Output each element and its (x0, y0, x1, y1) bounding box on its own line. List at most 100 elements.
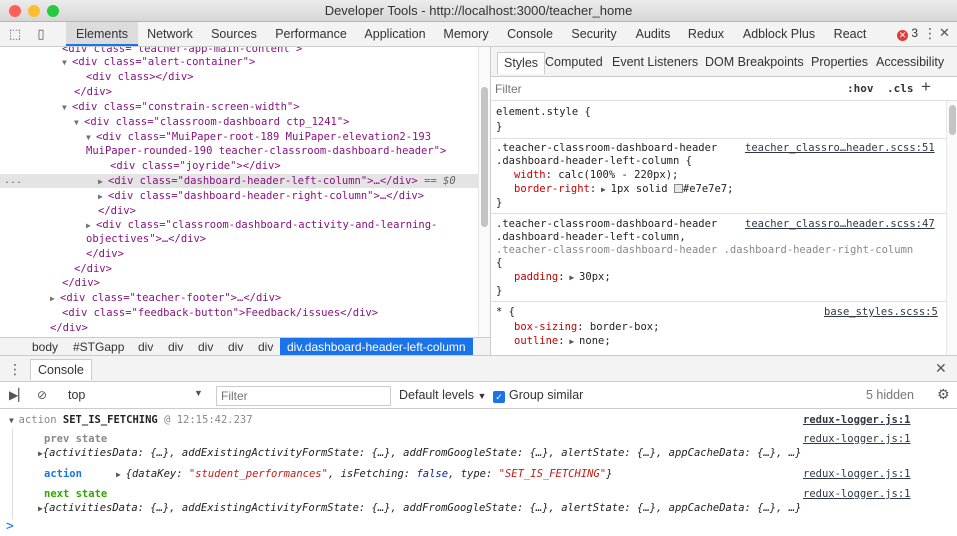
dom-line-right-column[interactable]: ▶ <div class="dashboard-header-right-colu… (98, 189, 424, 203)
log-levels-select[interactable]: Default levels ▼ (399, 388, 486, 402)
tab-redux[interactable]: Redux (682, 22, 730, 46)
breadcrumb-body[interactable]: body (32, 338, 58, 356)
dom-line-activity[interactable]: ▶ <div class="classroom-dashboard-activit… (86, 218, 437, 232)
device-toolbar-icon[interactable]: ▯ (33, 26, 49, 42)
styles-filter-input[interactable] (495, 81, 825, 97)
expand-triangle-icon[interactable]: ▶ (86, 219, 96, 233)
dom-line-activity-cont[interactable]: objectives">…</div> (86, 232, 206, 246)
styles-scrollbar[interactable] (946, 101, 957, 355)
rule1-width-decl[interactable]: width: calc(100% - 220px); (514, 168, 678, 182)
close-devtools-icon[interactable]: ✕ (939, 25, 951, 41)
tab-console[interactable]: Console (501, 22, 559, 46)
more-options-icon[interactable]: ⋮ (923, 25, 937, 42)
tab-properties[interactable]: Properties (811, 52, 868, 74)
collapse-triangle-icon[interactable]: ▼ (9, 416, 19, 425)
log-source-link[interactable]: redux-logger.js:1 (803, 432, 910, 446)
rule1-selector-cont[interactable]: .dashboard-header-left-column { (496, 154, 692, 168)
close-drawer-icon[interactable]: ✕ (935, 360, 947, 377)
show-sidebar-icon[interactable]: ▶▏ (9, 388, 27, 402)
console-settings-icon[interactable]: ⚙ (937, 386, 950, 403)
tab-event-listeners[interactable]: Event Listeners (612, 52, 698, 74)
expand-triangle-icon[interactable]: ▶ (116, 470, 126, 479)
dom-line-constrain-screen[interactable]: ▼ <div class="constrain-screen-width"> (62, 100, 300, 114)
dom-line-mui-paper-cont[interactable]: MuiPaper-rounded-190 teacher-classroom-d… (86, 144, 446, 158)
tab-application[interactable]: Application (358, 22, 432, 46)
prev-state-object[interactable]: ▶{activitiesData: {…}, addExistingActivi… (38, 446, 801, 461)
dom-line-close-main[interactable]: </div> (62, 276, 100, 290)
log-source-link[interactable]: redux-logger.js:1 (803, 487, 910, 501)
rule2-padding-decl[interactable]: padding: ▶ 30px; (514, 270, 611, 285)
tab-security[interactable]: Security (565, 22, 623, 46)
elements-scrollbar[interactable] (478, 47, 490, 337)
rule3-source-link[interactable]: base_styles.scss:5 (824, 305, 938, 319)
breadcrumb-div[interactable]: div (228, 338, 243, 356)
expand-triangle-icon[interactable]: ▶ (50, 292, 60, 306)
context-select[interactable]: top ▼ (68, 388, 203, 402)
tab-adblock-plus[interactable]: Adblock Plus (736, 22, 822, 46)
tab-react[interactable]: React (827, 22, 873, 46)
collapse-triangle-icon[interactable]: ▼ (62, 101, 72, 115)
dom-line-mui-paper[interactable]: ▼ <div class="MuiPaper-root-189 MuiPaper-… (86, 130, 431, 144)
dom-line-close-constrain[interactable]: </div> (74, 262, 112, 276)
rule3-outline-decl[interactable]: outline: ▶ none; (514, 334, 611, 349)
error-count-badge[interactable]: ✕ 3 (897, 26, 918, 41)
rule2-source-link[interactable]: teacher_classro…header.scss:47 (745, 217, 935, 231)
rule3-box-sizing-decl[interactable]: box-sizing: border-box; (514, 320, 659, 334)
rule1-border-decl[interactable]: border-right: ▶ 1px solid #e7e7e7; (514, 182, 733, 197)
dom-line-alert-container[interactable]: ▼ <div class="alert-container"> (62, 55, 255, 69)
tab-audits[interactable]: Audits (629, 22, 677, 46)
tab-network[interactable]: Network (140, 22, 200, 46)
rule2-selector-cont[interactable]: .dashboard-header-left-column, (496, 230, 686, 244)
breadcrumb-stgapp[interactable]: #STGapp (73, 338, 124, 356)
dom-line-close-paper[interactable]: </div> (98, 204, 136, 218)
rule1-selector[interactable]: .teacher-classroom-dashboard-header (496, 141, 717, 155)
collapse-triangle-icon[interactable]: ▼ (62, 56, 72, 70)
dom-line-joyride[interactable]: <div class="joyride"></div> (110, 159, 281, 173)
tab-memory[interactable]: Memory (438, 22, 494, 46)
log-source-link[interactable]: redux-logger.js:1 (803, 413, 910, 427)
tab-performance[interactable]: Performance (270, 22, 352, 46)
dom-line-teacher-footer[interactable]: ▶ <div class="teacher-footer">…</div> (50, 291, 281, 305)
action-object[interactable]: ▶ {dataKey: "student_performances", isFe… (116, 467, 612, 482)
tab-accessibility[interactable]: Accessibility (876, 52, 944, 74)
rule3-selector[interactable]: * { (496, 305, 515, 319)
dom-line-classroom-dashboard[interactable]: ▼ <div class="classroom-dashboard ctp_124… (74, 115, 350, 129)
breadcrumb-div[interactable]: div (168, 338, 183, 356)
tab-sources[interactable]: Sources (205, 22, 263, 46)
dom-line-close-alert[interactable]: </div> (74, 85, 112, 99)
dom-row-ellipsis[interactable]: ... (4, 174, 22, 188)
dom-line-feedback-button[interactable]: <div class="feedback-button">Feedback/is… (62, 306, 378, 320)
tab-styles[interactable]: Styles (497, 52, 546, 74)
expand-triangle-icon[interactable]: ▶ (98, 190, 108, 204)
dom-line-left-column[interactable]: ▶ <div class="dashboard-header-left-colum… (98, 174, 456, 188)
dom-line-alert-inner[interactable]: <div class></div> (86, 70, 193, 84)
tab-elements[interactable]: Elements (66, 22, 138, 46)
rule2-selector[interactable]: .teacher-classroom-dashboard-header (496, 217, 717, 231)
tab-dom-breakpoints[interactable]: DOM Breakpoints (705, 52, 804, 74)
dom-line-close-app[interactable]: </div> (50, 321, 88, 335)
element-style-selector[interactable]: element.style { (496, 105, 591, 119)
collapse-triangle-icon[interactable]: ▼ (74, 116, 84, 130)
inspect-element-icon[interactable]: ⬚ (7, 26, 23, 42)
dom-line-close-dashboard[interactable]: </div> (86, 247, 124, 261)
hov-toggle[interactable]: :hov (847, 82, 874, 95)
log-group-header[interactable]: ▼ action SET_IS_FETCHING @ 12:15:42.237 (9, 413, 253, 428)
breadcrumb-div[interactable]: div (258, 338, 273, 356)
tab-computed[interactable]: Computed (545, 52, 603, 74)
console-prompt[interactable]: > (6, 519, 14, 534)
drawer-menu-icon[interactable]: ⋮ (8, 361, 22, 378)
color-swatch[interactable] (673, 184, 683, 193)
log-source-link[interactable]: redux-logger.js:1 (803, 467, 910, 481)
rule1-source-link[interactable]: teacher_classro…header.scss:51 (745, 141, 935, 155)
new-style-rule-icon[interactable]: + (921, 77, 931, 97)
drawer-tab-console[interactable]: Console (30, 359, 92, 380)
expand-triangle-icon[interactable]: ▶ (98, 175, 108, 189)
elements-scroll-thumb[interactable] (481, 87, 488, 227)
cls-toggle[interactable]: .cls (887, 82, 914, 95)
breadcrumb-selected[interactable]: div.dashboard-header-left-column (280, 338, 473, 356)
clear-console-icon[interactable]: ⊘ (37, 388, 47, 402)
group-similar-checkbox[interactable]: ✓ Group similar (493, 388, 583, 403)
styles-scroll-thumb[interactable] (949, 105, 956, 135)
next-state-object[interactable]: ▶{activitiesData: {…}, addExistingActivi… (38, 501, 801, 516)
rule2-selector-dim[interactable]: .teacher-classroom-dashboard-header .das… (496, 243, 913, 257)
